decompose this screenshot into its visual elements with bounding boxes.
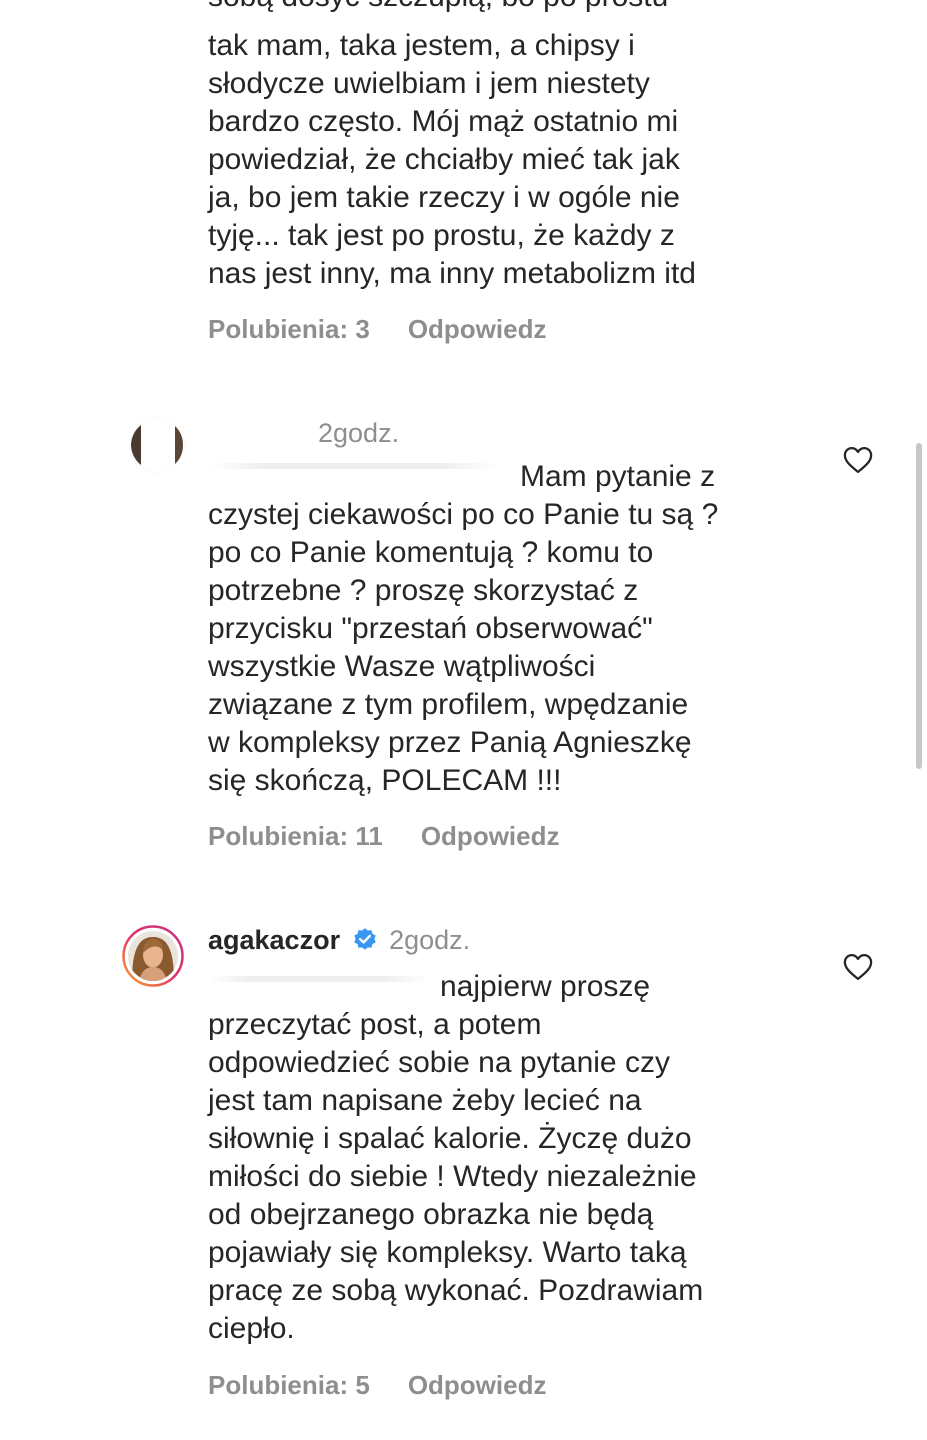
comment-text-first-line: Mam pytanie z <box>520 460 716 493</box>
comment-meta: agakaczor 2godz. <box>208 925 470 956</box>
verified-badge-icon <box>353 928 376 950</box>
scrollbar-thumb[interactable] <box>916 443 922 769</box>
comment-text: tak mam, taka jestem, a chipsy i słodycz… <box>208 29 696 290</box>
avatar-story-ring <box>122 925 184 987</box>
reply-button[interactable]: Odpowiedz <box>421 821 560 851</box>
timestamp[interactable]: 2godz. <box>318 418 399 448</box>
redacted-mention <box>208 976 428 982</box>
comment-actions: Polubienia: 11 Odpowiedz <box>208 821 560 852</box>
likes-count-link[interactable]: Polubienia: 11 <box>208 821 383 851</box>
avatar-image <box>130 418 184 472</box>
username-link[interactable]: agakaczor <box>208 925 340 955</box>
comment-actions: Polubienia: 5 Odpowiedz <box>208 1370 546 1401</box>
avatar[interactable] <box>122 925 184 987</box>
comment-text: czystej ciekawości po co Panie tu są ? p… <box>208 498 719 797</box>
comment-text-first-line: najpierw proszę <box>440 970 651 1003</box>
reply-button[interactable]: Odpowiedz <box>408 314 547 344</box>
likes-count-link[interactable]: Polubienia: 3 <box>208 314 370 344</box>
heart-outline-icon[interactable] <box>843 446 873 474</box>
comment-actions: Polubienia: 3 Odpowiedz <box>208 314 546 345</box>
redacted-username <box>208 463 498 469</box>
avatar[interactable] <box>129 417 185 473</box>
likes-count-link[interactable]: Polubienia: 5 <box>208 1370 370 1400</box>
comment-text-cut: sobą dosyć szczupłą, bo po prostu <box>208 0 768 16</box>
comment-meta: 2godz. <box>318 418 399 449</box>
reply-button[interactable]: Odpowiedz <box>408 1370 547 1400</box>
comment-text: przeczytać post, a potem odpowiedzieć so… <box>208 1008 704 1345</box>
timestamp[interactable]: 2godz. <box>389 925 470 955</box>
heart-outline-icon[interactable] <box>843 953 873 981</box>
